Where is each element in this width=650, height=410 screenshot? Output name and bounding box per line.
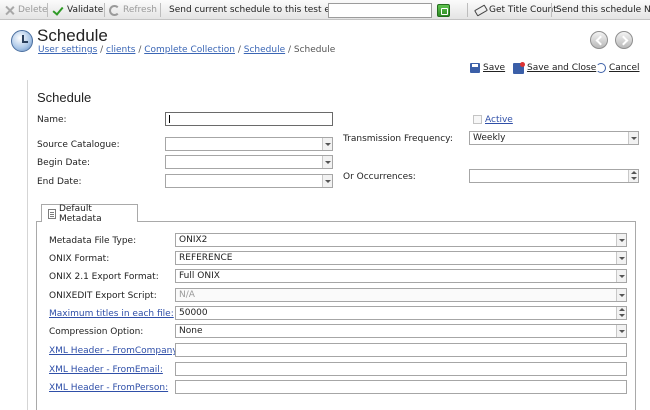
from-person-label[interactable]: XML Header - FromPerson: xyxy=(49,383,168,393)
send-test-label: Send current schedule to this test email xyxy=(169,5,350,15)
max-titles-stepper[interactable]: 50000 xyxy=(175,306,627,320)
spinner-arrows-icon[interactable] xyxy=(616,307,626,319)
save-and-close-button[interactable]: Save and Close xyxy=(513,61,596,74)
breadcrumb-schedule-link[interactable]: Schedule xyxy=(244,45,285,55)
save-icon xyxy=(470,63,480,73)
send-test-email-button[interactable] xyxy=(437,4,450,17)
chevron-down-icon[interactable] xyxy=(616,325,626,337)
onix-format-select[interactable]: REFERENCE xyxy=(175,251,627,265)
name-input[interactable] xyxy=(165,112,333,126)
max-titles-label[interactable]: Maximum titles in each file: xyxy=(49,309,174,319)
toolbar-divider xyxy=(551,3,552,17)
next-record-button[interactable] xyxy=(615,31,633,49)
source-catalogue-label: Source Catalogue: xyxy=(37,140,120,150)
toolbar-divider xyxy=(104,3,105,17)
transmission-frequency-select[interactable]: Weekly xyxy=(469,131,639,145)
from-email-input[interactable] xyxy=(175,362,627,376)
breadcrumb-clients[interactable]: clients xyxy=(106,45,135,55)
checkmark-icon xyxy=(53,5,64,16)
export-script-select: N/A xyxy=(175,288,627,302)
begin-date-label: Begin Date: xyxy=(37,158,91,168)
test-email-input[interactable] xyxy=(328,3,432,18)
previous-record-button[interactable] xyxy=(590,31,608,49)
metadata-file-type-select[interactable]: ONIX2 xyxy=(175,233,627,247)
source-catalogue-select[interactable] xyxy=(165,137,333,151)
section-title: Schedule xyxy=(37,90,92,105)
get-title-count-button[interactable]: Get Title Count xyxy=(474,0,557,20)
save-button[interactable]: Save xyxy=(470,62,505,74)
tag-icon xyxy=(474,5,486,16)
end-date-label: End Date: xyxy=(37,177,82,187)
send-now-button[interactable]: Send this schedule Now xyxy=(556,0,650,20)
onix-format-label: ONIX Format: xyxy=(49,254,110,264)
breadcrumb: User settings / clients / Complete Colle… xyxy=(38,45,336,55)
occurrences-stepper[interactable] xyxy=(469,169,639,183)
metadata-file-type-label: Metadata File Type: xyxy=(49,236,137,246)
refresh-button[interactable]: Refresh xyxy=(109,0,157,20)
export-script-label: ONIXEDIT Export Script: xyxy=(49,291,157,301)
toolbar: Delete Validate Refresh Send current sch… xyxy=(0,0,650,20)
chevron-down-icon[interactable] xyxy=(616,234,626,246)
from-company-label[interactable]: XML Header - FromCompany: xyxy=(49,346,180,356)
cancel-button[interactable]: Cancel xyxy=(596,62,640,74)
delete-button[interactable]: Delete xyxy=(4,0,48,20)
begin-date-picker[interactable] xyxy=(165,155,333,169)
text-caret xyxy=(169,115,170,123)
chevron-down-icon[interactable] xyxy=(616,252,626,264)
compression-option-select[interactable]: None xyxy=(175,324,627,338)
chevron-down-icon[interactable] xyxy=(322,156,332,168)
breadcrumb-current: Schedule xyxy=(293,45,336,55)
chevron-down-icon[interactable] xyxy=(616,270,626,282)
chevron-down-icon xyxy=(616,289,626,301)
from-company-input[interactable] xyxy=(175,343,627,357)
chevron-down-icon[interactable] xyxy=(628,132,638,144)
toolbar-divider xyxy=(467,3,468,17)
active-checkbox[interactable] xyxy=(473,115,482,124)
save-close-icon xyxy=(513,61,525,74)
clock-icon xyxy=(11,30,33,52)
breadcrumb-complete-collection[interactable]: Complete Collection xyxy=(144,45,235,55)
undo-icon xyxy=(596,63,606,73)
chevron-down-icon[interactable] xyxy=(322,175,332,187)
delete-icon xyxy=(4,5,15,16)
or-occurrences-label: Or Occurrences: xyxy=(343,172,416,182)
end-date-picker[interactable] xyxy=(165,174,333,188)
active-label[interactable]: Active xyxy=(485,115,513,125)
validate-button[interactable]: Validate xyxy=(53,0,103,20)
document-icon xyxy=(48,208,56,219)
breadcrumb-user-settings[interactable]: User settings xyxy=(38,45,97,55)
transmission-frequency-label: Transmission Frequency: xyxy=(343,134,453,144)
refresh-icon xyxy=(109,4,120,16)
export-format-label: ONIX 2.1 Export Format: xyxy=(49,272,159,282)
chevron-down-icon[interactable] xyxy=(322,138,332,150)
name-label: Name: xyxy=(37,115,67,125)
export-format-select[interactable]: Full ONIX xyxy=(175,269,627,283)
compression-option-label: Compression Option: xyxy=(49,327,144,337)
spinner-arrows-icon[interactable] xyxy=(628,170,638,182)
tab-default-metadata[interactable]: Default Metadata xyxy=(41,204,138,224)
page-title: Schedule xyxy=(37,26,108,45)
toolbar-divider xyxy=(160,3,161,17)
from-person-input[interactable] xyxy=(175,380,627,394)
from-email-label[interactable]: XML Header - FromEmail: xyxy=(49,365,163,375)
toolbar-divider xyxy=(47,3,48,17)
